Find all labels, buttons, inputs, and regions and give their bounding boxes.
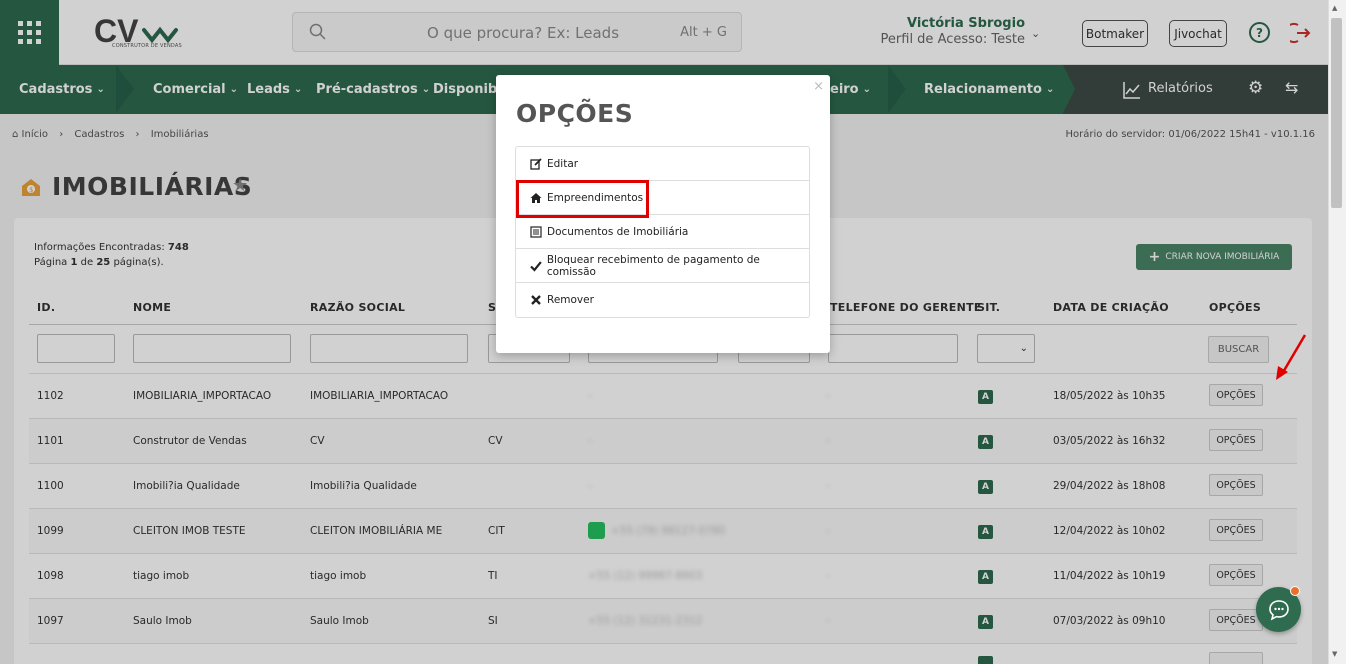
menu-item-documentos[interactable]: Documentos de Imobiliária <box>516 215 809 249</box>
scrollbar-thumb[interactable] <box>1331 18 1342 208</box>
document-icon <box>530 225 542 238</box>
notification-dot <box>1290 586 1300 596</box>
check-icon <box>530 260 542 272</box>
edit-icon <box>530 157 542 170</box>
chat-bubble-icon <box>1268 599 1289 621</box>
highlight-annotation <box>516 180 649 218</box>
menu-item-remover[interactable]: Remover <box>516 283 809 317</box>
scroll-down-icon[interactable]: ▼ <box>1332 650 1337 658</box>
menu-item-editar[interactable]: Editar <box>516 147 809 181</box>
menu-item-bloquear-comissao[interactable]: Bloquear recebimento de pagamento de com… <box>516 249 809 283</box>
arrow-annotation-icon <box>1276 334 1307 380</box>
scroll-up-icon[interactable]: ▲ <box>1332 4 1337 12</box>
remove-icon <box>531 295 541 305</box>
close-icon[interactable]: × <box>813 79 824 94</box>
options-menu: Editar Empreendimentos Documentos de Imo… <box>515 146 810 318</box>
modal-title: OPÇÕES <box>516 99 634 128</box>
